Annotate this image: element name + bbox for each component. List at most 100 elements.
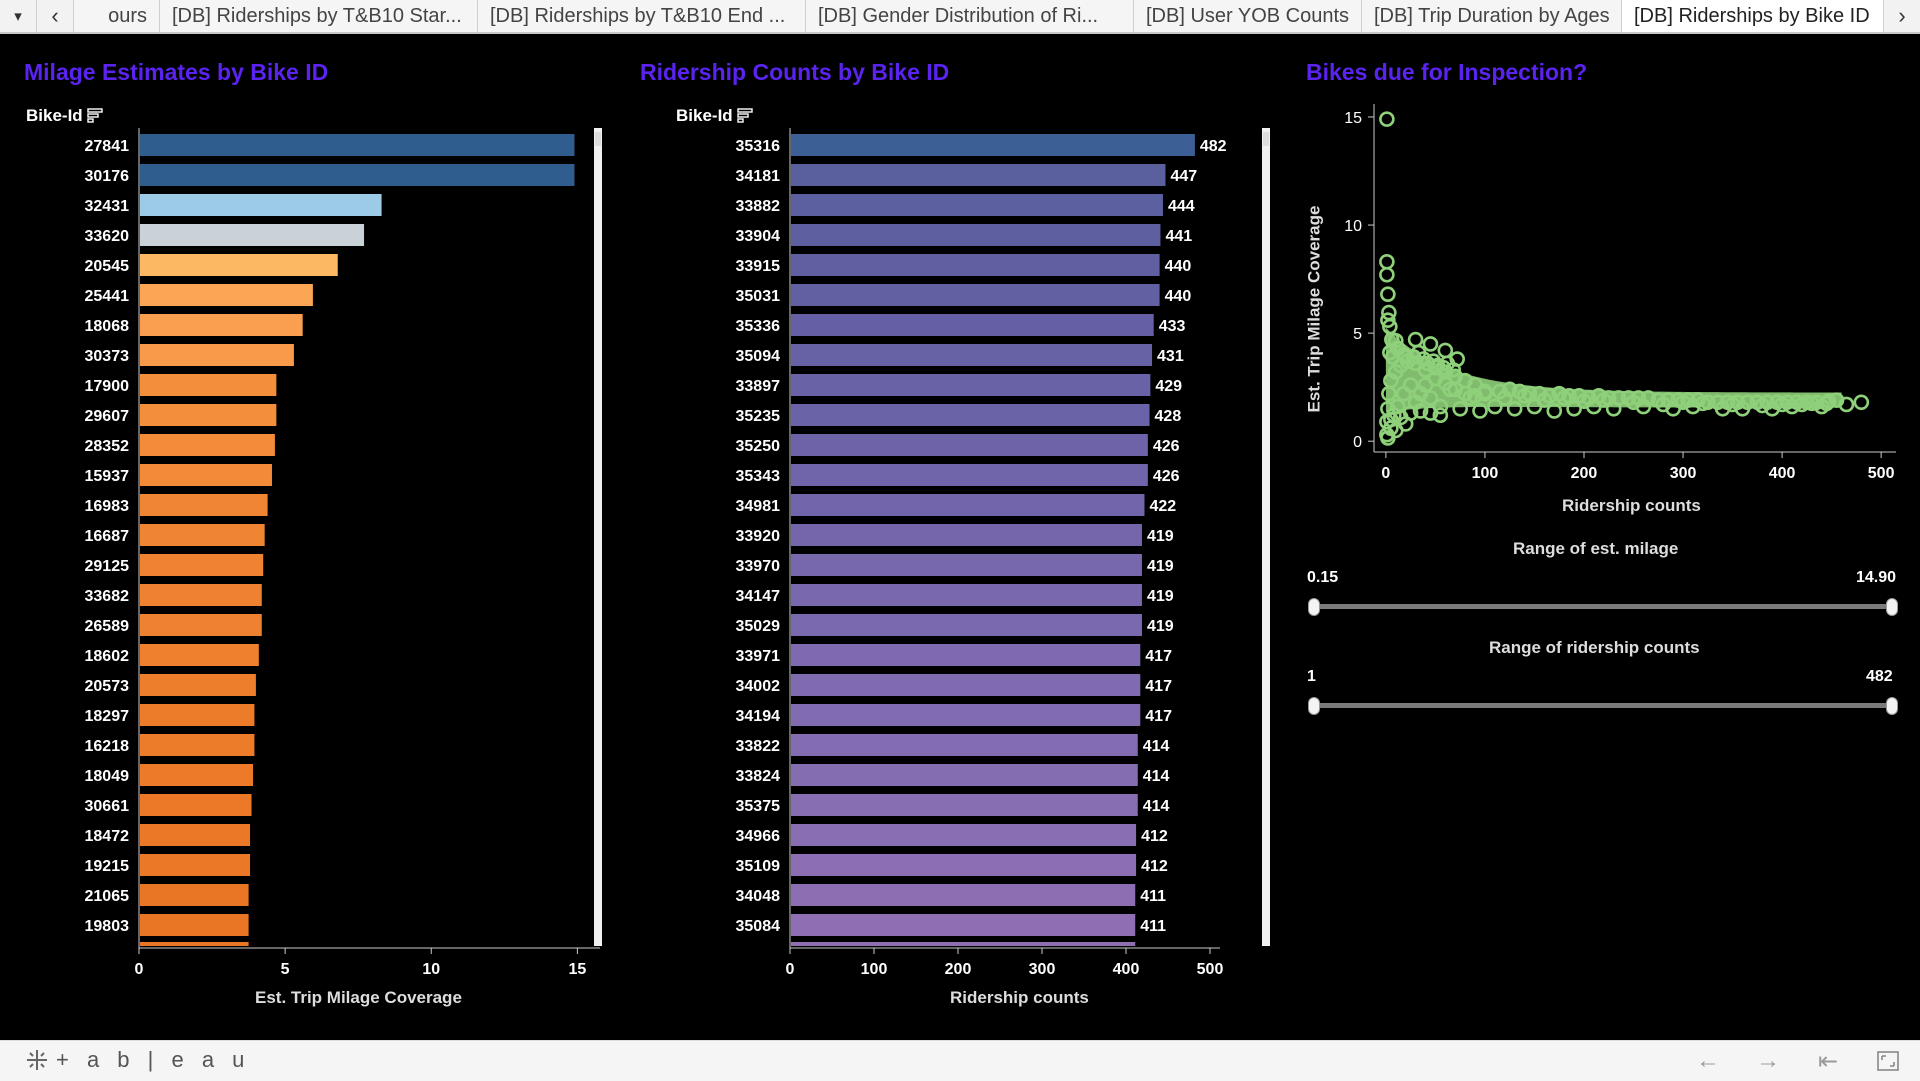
bike-id-label: 15937: [85, 468, 130, 485]
milage-range-min-handle[interactable]: [1308, 598, 1320, 616]
bike-id-label: 33897: [736, 378, 781, 395]
x-tick-label: 15: [568, 961, 586, 978]
bike-id-label: 18472: [85, 828, 130, 845]
tab-menu-chevron-down-icon[interactable]: ▾: [0, 0, 37, 32]
bar: [791, 704, 1141, 726]
x-tick-label: 300: [1670, 465, 1697, 482]
milage-range-slider-track[interactable]: [1314, 604, 1892, 609]
x-tick-label: 300: [1029, 961, 1056, 978]
milage-scrollbar-thumb[interactable]: [595, 132, 601, 146]
bar: [140, 584, 262, 606]
bar-clipped: [140, 942, 249, 946]
bar: [140, 734, 255, 756]
bike-id-label: 16687: [85, 528, 130, 545]
bike-id-label: 33970: [736, 558, 781, 575]
redo-arrow-right-icon[interactable]: →: [1753, 1047, 1783, 1075]
bike-id-label: 20573: [85, 678, 130, 695]
bike-id-label: 35343: [736, 468, 781, 485]
bar: [791, 464, 1148, 486]
revert-to-start-icon[interactable]: ⇤: [1813, 1047, 1843, 1075]
y-tick-label: 15: [1344, 110, 1362, 127]
ridership-range-slider-track[interactable]: [1314, 703, 1892, 708]
bike-id-label: 18297: [85, 708, 130, 725]
bar: [140, 374, 277, 396]
bar: [791, 374, 1151, 396]
bike-id-label: 34981: [736, 498, 781, 515]
bar: [140, 314, 303, 336]
bike-id-label: 20545: [85, 258, 130, 275]
bar-value-label: 412: [1141, 858, 1168, 875]
bike-id-label: 27841: [85, 138, 130, 155]
bike-id-label: 16983: [85, 498, 130, 515]
bar: [791, 224, 1161, 246]
sheet-tab[interactable]: [DB] Riderships by T&B10 End ...: [478, 0, 806, 32]
tab-scroll-left-icon[interactable]: ‹: [37, 0, 74, 32]
bike-id-label: 35094: [736, 348, 781, 365]
bar: [140, 524, 265, 546]
sheet-tab[interactable]: [DB] Riderships by Bike ID: [1622, 0, 1884, 32]
x-tick-label: 0: [1381, 465, 1390, 482]
x-tick-label: 0: [135, 961, 144, 978]
milage-range-max-handle[interactable]: [1886, 598, 1898, 616]
undo-arrow-left-icon[interactable]: ←: [1693, 1047, 1723, 1075]
bar-value-label: 447: [1170, 168, 1197, 185]
bar: [140, 614, 262, 636]
y-tick-label: 10: [1344, 218, 1362, 235]
bar-value-label: 441: [1165, 228, 1192, 245]
bar-value-label: 440: [1165, 258, 1192, 275]
bike-id-label: 35336: [736, 318, 781, 335]
bar: [140, 254, 338, 276]
bar: [140, 194, 382, 216]
milage-scrollbar[interactable]: [594, 128, 602, 946]
ridership-range-min-handle[interactable]: [1308, 697, 1320, 715]
bike-id-label: 17900: [85, 378, 130, 395]
bike-id-label: 33822: [736, 738, 781, 755]
tableau-wordmark: + a b | e a u: [56, 1047, 251, 1072]
bike-id-label: 26589: [85, 618, 130, 635]
bike-id-label: 35084: [736, 918, 781, 935]
ridership-scrollbar-thumb[interactable]: [1263, 132, 1269, 146]
bar-value-label: 414: [1143, 798, 1170, 815]
bar: [140, 764, 253, 786]
bar: [140, 554, 264, 576]
sheet-tab[interactable]: [DB] Trip Duration by Ages: [1362, 0, 1622, 32]
milage-range-filter-title: Range of est. milage: [1513, 539, 1679, 558]
scatter-point: [1379, 266, 1395, 283]
bar-value-label: 482: [1200, 138, 1227, 155]
x-tick-label: 400: [1769, 465, 1796, 482]
bike-id-label: 19803: [85, 918, 130, 935]
ridership-range-filter-title: Range of ridership counts: [1489, 638, 1700, 657]
bike-id-label: 32431: [85, 198, 130, 215]
bar: [140, 494, 268, 516]
milage-x-axis-title: Est. Trip Milage Coverage: [255, 988, 462, 1007]
bike-id-label: 35235: [736, 408, 781, 425]
bike-id-label: 35109: [736, 858, 781, 875]
bar: [791, 524, 1142, 546]
sheet-tab[interactable]: [DB] User YOB Counts: [1134, 0, 1362, 32]
x-tick-label: 500: [1868, 465, 1895, 482]
y-tick-label: 0: [1353, 434, 1362, 451]
bar: [791, 134, 1195, 156]
sheet-tab[interactable]: [DB] Riderships by T&B10 Star...: [160, 0, 478, 32]
x-tick-label: 10: [422, 961, 440, 978]
bar: [140, 224, 365, 246]
ridership-range-max-handle[interactable]: [1886, 697, 1898, 715]
bar: [791, 674, 1141, 696]
bar: [791, 764, 1138, 786]
sheet-tab[interactable]: [DB] Gender Distribution of Ri...: [806, 0, 1134, 32]
sheet-tab[interactable]: ours: [74, 0, 160, 32]
fullscreen-icon[interactable]: [1873, 1047, 1903, 1075]
bar: [140, 884, 249, 906]
bike-id-label: 34147: [736, 588, 781, 605]
bar: [140, 674, 256, 696]
bike-id-label: 34966: [736, 828, 781, 845]
bike-id-label: 33882: [736, 198, 781, 215]
scatter-point: [1380, 286, 1396, 303]
milage-range-max-value: 14.90: [1856, 569, 1897, 586]
tab-scroll-right-icon[interactable]: ›: [1883, 0, 1920, 32]
bike-id-label: 34181: [736, 168, 781, 185]
bike-id-label: 35029: [736, 618, 781, 635]
x-tick-label: 100: [1472, 465, 1499, 482]
tableau-logo[interactable]: + a b | e a u: [24, 1047, 250, 1073]
ridership-scrollbar[interactable]: [1262, 128, 1270, 946]
